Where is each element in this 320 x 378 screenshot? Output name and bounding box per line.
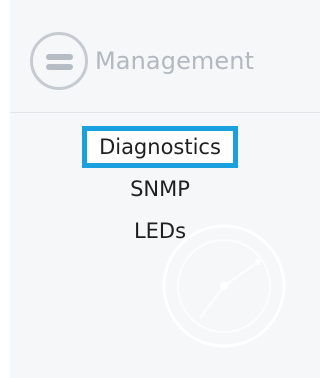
section-title: Management — [95, 47, 255, 75]
management-panel: Management Diagnostics SNMP LEDs — [0, 0, 320, 378]
menu-item-diagnostics[interactable]: Diagnostics — [82, 126, 238, 168]
equals-circle-icon — [30, 32, 88, 90]
compass-watermark-icon — [162, 224, 286, 348]
equals-bar-bottom — [46, 64, 73, 70]
section-header[interactable]: Management — [30, 30, 254, 92]
menu-item-snmp[interactable]: SNMP — [130, 168, 190, 210]
equals-bar-top — [46, 54, 73, 60]
header-divider — [10, 112, 320, 113]
